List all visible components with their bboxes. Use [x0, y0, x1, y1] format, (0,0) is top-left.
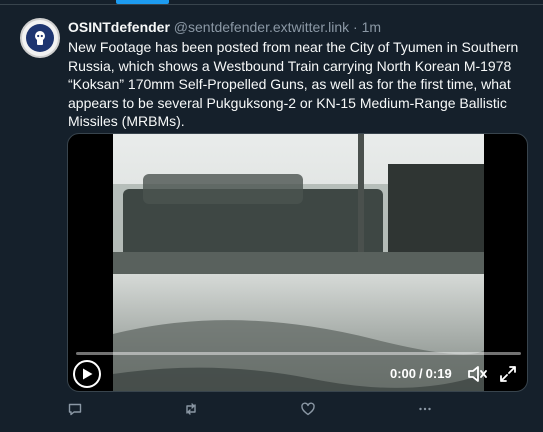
video-player[interactable]: 0:00/0:19 — [67, 133, 528, 392]
divider — [0, 4, 543, 5]
volume-muted-icon — [468, 366, 487, 382]
tweet-timestamp[interactable]: 1m — [362, 19, 381, 35]
video-duration: 0:19 — [425, 366, 452, 381]
play-icon — [83, 368, 93, 380]
video-time-separator: / — [419, 366, 423, 381]
more-button[interactable] — [416, 400, 434, 418]
video-current-time: 0:00 — [390, 366, 417, 381]
author-name[interactable]: OSINTdefender — [68, 19, 170, 35]
reply-icon — [68, 403, 82, 416]
video-timecode: 0:00/0:19 — [390, 366, 452, 381]
tweet-actions — [0, 400, 543, 420]
author-handle[interactable]: @sentdefender.extwitter.link — [174, 19, 349, 35]
more-icon — [419, 407, 431, 411]
reply-button[interactable] — [66, 400, 84, 418]
tweet-text: New Footage has been posted from near th… — [68, 39, 519, 129]
play-button[interactable] — [73, 360, 101, 388]
avatar[interactable] — [20, 18, 60, 58]
avatar-logo — [26, 24, 54, 52]
volume-button[interactable] — [466, 364, 488, 384]
like-button[interactable] — [299, 400, 317, 418]
fullscreen-button[interactable] — [498, 364, 518, 384]
shield-icon — [35, 31, 45, 45]
fullscreen-icon — [500, 366, 516, 382]
like-icon — [301, 402, 315, 416]
video-progress-bar[interactable] — [76, 352, 521, 355]
retweet-icon — [186, 403, 196, 415]
tweet-header: OSINTdefender @sentdefender.extwitter.li… — [68, 18, 381, 36]
header-separator: · — [353, 19, 358, 35]
retweet-button[interactable] — [182, 400, 200, 418]
